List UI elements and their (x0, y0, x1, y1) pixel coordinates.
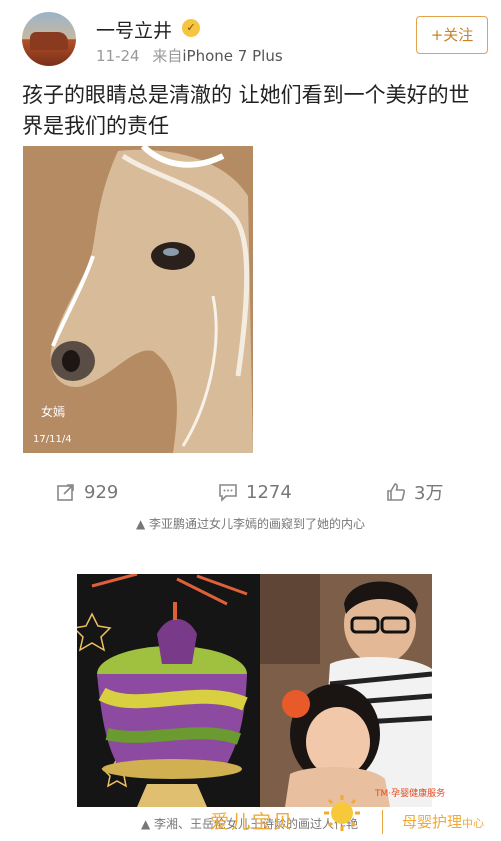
post-text: 孩子的眼睛总是清澈的 让她们看到一个美好的世界是我们的责任 (22, 83, 470, 138)
thumbs-up-icon (387, 483, 406, 501)
verified-badge-icon: ✓ (182, 19, 200, 37)
follow-button[interactable]: +关注 (416, 16, 488, 54)
post-date: 11-24 (96, 47, 140, 65)
watermark-right-small: 中心 (462, 817, 485, 830)
comment-icon (219, 484, 237, 502)
horse-drawing-image[interactable]: 女嫣 17/11/4 (23, 146, 253, 453)
watermark-small: TM·孕婴健康服务 (375, 789, 446, 799)
watermark-right: 母婴护理中心 (402, 811, 484, 832)
watermark-right-main: 母婴护理 (402, 813, 463, 831)
comment-button[interactable]: 1274 (218, 472, 292, 512)
weibo-post: 一号立井 ✓ 11-24 来自iPhone 7 Plus +关注 孩子的眼睛总是… (0, 0, 501, 515)
cake-drawing (77, 574, 260, 807)
comment-count: 1274 (246, 481, 292, 503)
repost-count: 929 (84, 481, 119, 503)
family-photo (260, 574, 432, 807)
watermark-divider (382, 810, 383, 834)
post-device: iPhone 7 Plus (182, 47, 283, 65)
like-button[interactable]: 3万 (386, 472, 443, 512)
svg-text:17/11/4: 17/11/4 (33, 434, 72, 445)
repost-button[interactable]: 929 (56, 472, 118, 512)
svg-text:女嫣: 女嫣 (41, 404, 65, 419)
caption-1: ▲ 李亚鹏通过女儿李嫣的画窥到了她的内心 (135, 517, 366, 531)
repost-icon (57, 484, 74, 501)
collage-image[interactable] (77, 574, 432, 807)
like-count: 3万 (414, 483, 444, 504)
post-meta: 11-24 来自iPhone 7 Plus (96, 45, 283, 66)
watermark-left: 爱儿宝贝 (210, 811, 295, 833)
from-label: 来自 (152, 47, 183, 65)
user-avatar[interactable] (22, 12, 76, 66)
sun-logo-icon (322, 793, 362, 833)
username[interactable]: 一号立井 (96, 16, 172, 43)
post-actions: 929 1274 3万 (0, 472, 501, 512)
